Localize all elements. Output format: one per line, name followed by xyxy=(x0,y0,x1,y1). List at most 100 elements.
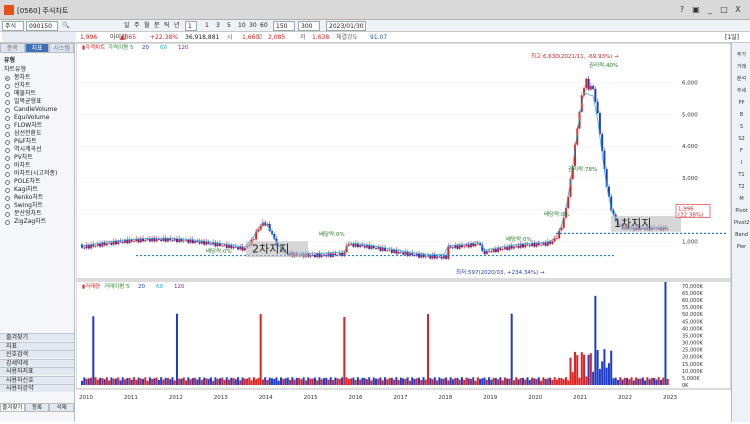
interval-button-3[interactable]: 3 xyxy=(216,21,220,31)
volume-panel[interactable] xyxy=(75,280,732,390)
interval-button-1[interactable]: 1 xyxy=(205,21,209,31)
mode-button-1[interactable]: 주 xyxy=(134,21,140,31)
interval-button-10[interactable]: 10 xyxy=(238,21,246,31)
tool-button[interactable]: Pier xyxy=(734,243,749,252)
group-sub[interactable]: 차트유형 xyxy=(2,65,72,74)
sidebar-tab-0[interactable]: 종목 xyxy=(0,43,25,53)
chart-type-item[interactable]: 바차트 xyxy=(2,162,72,170)
chart-type-item[interactable]: Swing차트 xyxy=(2,202,72,210)
close-button[interactable]: X xyxy=(732,4,744,15)
radio-icon[interactable] xyxy=(5,219,10,225)
tool-button[interactable]: 주가 xyxy=(734,51,749,60)
count2-input[interactable]: 300 xyxy=(298,21,320,31)
chart-type-item[interactable]: 분산형차트 xyxy=(2,210,72,218)
chart-type-item[interactable]: PV차트 xyxy=(2,154,72,162)
extra-button[interactable]: ▣ xyxy=(690,4,702,15)
radio-icon[interactable] xyxy=(5,203,10,209)
radio-icon[interactable] xyxy=(5,155,10,161)
tool-button[interactable]: Pivot2 xyxy=(734,219,749,228)
radio-icon[interactable] xyxy=(5,107,10,113)
interval-button-5[interactable]: 5 xyxy=(227,21,231,31)
chart-type-item[interactable]: FLOW차트 xyxy=(2,122,72,130)
sidebar-section[interactable]: 사용자강약 xyxy=(0,384,74,392)
sidebar-section[interactable]: 강세약세 xyxy=(0,358,74,367)
restore-button[interactable]: □ xyxy=(718,4,730,15)
radio-icon[interactable] xyxy=(5,75,10,81)
mode-button-3[interactable]: 분 xyxy=(154,21,160,31)
chart-type-item[interactable]: P&F차트 xyxy=(2,138,72,146)
tool-button[interactable]: T1 xyxy=(734,171,749,180)
chart-type-item[interactable]: 일목균형표 xyxy=(2,98,72,106)
footer-tab-1[interactable]: 등록 xyxy=(24,403,50,412)
minimize-button[interactable]: _ xyxy=(704,4,716,15)
sidebar-section[interactable]: 즐겨찾기 xyxy=(0,333,74,341)
radio-icon[interactable] xyxy=(5,131,10,137)
volume-bar xyxy=(363,378,366,385)
mode-button-0[interactable]: 일 xyxy=(124,21,130,31)
sidebar-section[interactable]: 신호검색 xyxy=(0,350,74,358)
code-input[interactable]: 090150 xyxy=(26,21,58,31)
tool-button[interactable]: 분석 xyxy=(734,75,749,84)
tool-button[interactable]: S xyxy=(734,123,749,132)
help-button[interactable]: ? xyxy=(676,4,688,15)
date-input[interactable]: 2023/01/30 xyxy=(326,21,366,31)
footer-tab-2[interactable]: 삭제 xyxy=(49,403,75,412)
chart-type-item[interactable]: Renko차트 xyxy=(2,194,72,202)
chart-type-item[interactable]: ZigZag차트 xyxy=(2,218,72,226)
radio-icon[interactable] xyxy=(5,83,10,89)
tool-button[interactable]: S2 xyxy=(734,135,749,144)
sidebar-tab-2[interactable]: 시스템 xyxy=(49,43,75,53)
tool-button[interactable]: FP xyxy=(734,99,749,108)
chart-type-item[interactable]: 바차트(시고저종) xyxy=(2,170,72,178)
price-panel[interactable] xyxy=(75,42,732,280)
period-input[interactable]: 1 xyxy=(185,21,197,31)
chart-type-item[interactable]: 역시계곡선 xyxy=(2,146,72,154)
radio-icon[interactable] xyxy=(5,115,10,121)
chart-type-item[interactable]: 매물차트 xyxy=(2,90,72,98)
tool-button[interactable]: T2 xyxy=(734,183,749,192)
tool-button[interactable]: Band xyxy=(734,231,749,240)
chart-type-item[interactable]: 선차트 xyxy=(2,82,72,90)
stock-chart[interactable]: ▮가격차트 가격이평 5 20 60 120 ▮거래량 거래이평 5 20 60 120 6,000… xyxy=(75,42,732,422)
tool-button[interactable]: M xyxy=(734,195,749,204)
mode-button-5[interactable]: 년 xyxy=(174,21,180,31)
chart-type-item[interactable]: EquiVolume xyxy=(2,114,72,122)
radio-icon[interactable] xyxy=(5,139,10,145)
sidebar-section[interactable]: 사용자신호 xyxy=(0,375,74,384)
sidebar-section[interactable]: 사용자지표 xyxy=(0,367,74,375)
radio-icon[interactable] xyxy=(5,211,10,217)
candle-body xyxy=(119,241,122,243)
search-icon[interactable]: 🔍 xyxy=(62,21,69,31)
count1-input[interactable]: 150 xyxy=(273,21,295,31)
chart-type-item[interactable]: 삼선전환도 xyxy=(2,130,72,138)
radio-icon[interactable] xyxy=(5,147,10,153)
footer-tab-0[interactable]: 즐겨찾기 xyxy=(0,403,25,412)
tool-button[interactable]: Pivot xyxy=(734,207,749,216)
tool-button[interactable]: B xyxy=(734,111,749,120)
chart-type-item[interactable]: 봉차트 xyxy=(2,74,72,82)
group-title[interactable]: 유형 xyxy=(2,56,72,65)
radio-icon[interactable] xyxy=(5,195,10,201)
radio-icon[interactable] xyxy=(5,99,10,105)
tool-button[interactable]: 거래 xyxy=(734,63,749,72)
radio-icon[interactable] xyxy=(5,91,10,97)
chart-type-item[interactable]: CandleVolume xyxy=(2,106,72,114)
sidebar-section[interactable]: 지표 xyxy=(0,341,74,350)
market-select[interactable]: 주식 xyxy=(2,21,24,31)
radio-icon[interactable] xyxy=(5,123,10,129)
tool-button[interactable]: 추세 xyxy=(734,87,749,96)
interval-button-30[interactable]: 30 xyxy=(249,21,257,31)
radio-icon[interactable] xyxy=(5,171,10,177)
radio-icon[interactable] xyxy=(5,163,10,169)
radio-icon[interactable] xyxy=(5,179,10,185)
chart-type-item[interactable]: Kagi차트 xyxy=(2,186,72,194)
mode-button-4[interactable]: 틱 xyxy=(164,21,170,31)
radio-icon[interactable] xyxy=(5,187,10,193)
interval-button-60[interactable]: 60 xyxy=(260,21,268,31)
mode-button-2[interactable]: 월 xyxy=(144,21,150,31)
tool-button[interactable]: F xyxy=(734,147,749,156)
tool-button[interactable]: I xyxy=(734,159,749,168)
sidebar-tab-1[interactable]: 지표 xyxy=(24,43,50,53)
chart-area[interactable]: ▮가격차트 가격이평 5 20 60 120 ▮거래량 거래이평 5 20 60 120 6,000… xyxy=(75,42,732,422)
chart-type-item[interactable]: POLE차트 xyxy=(2,178,72,186)
